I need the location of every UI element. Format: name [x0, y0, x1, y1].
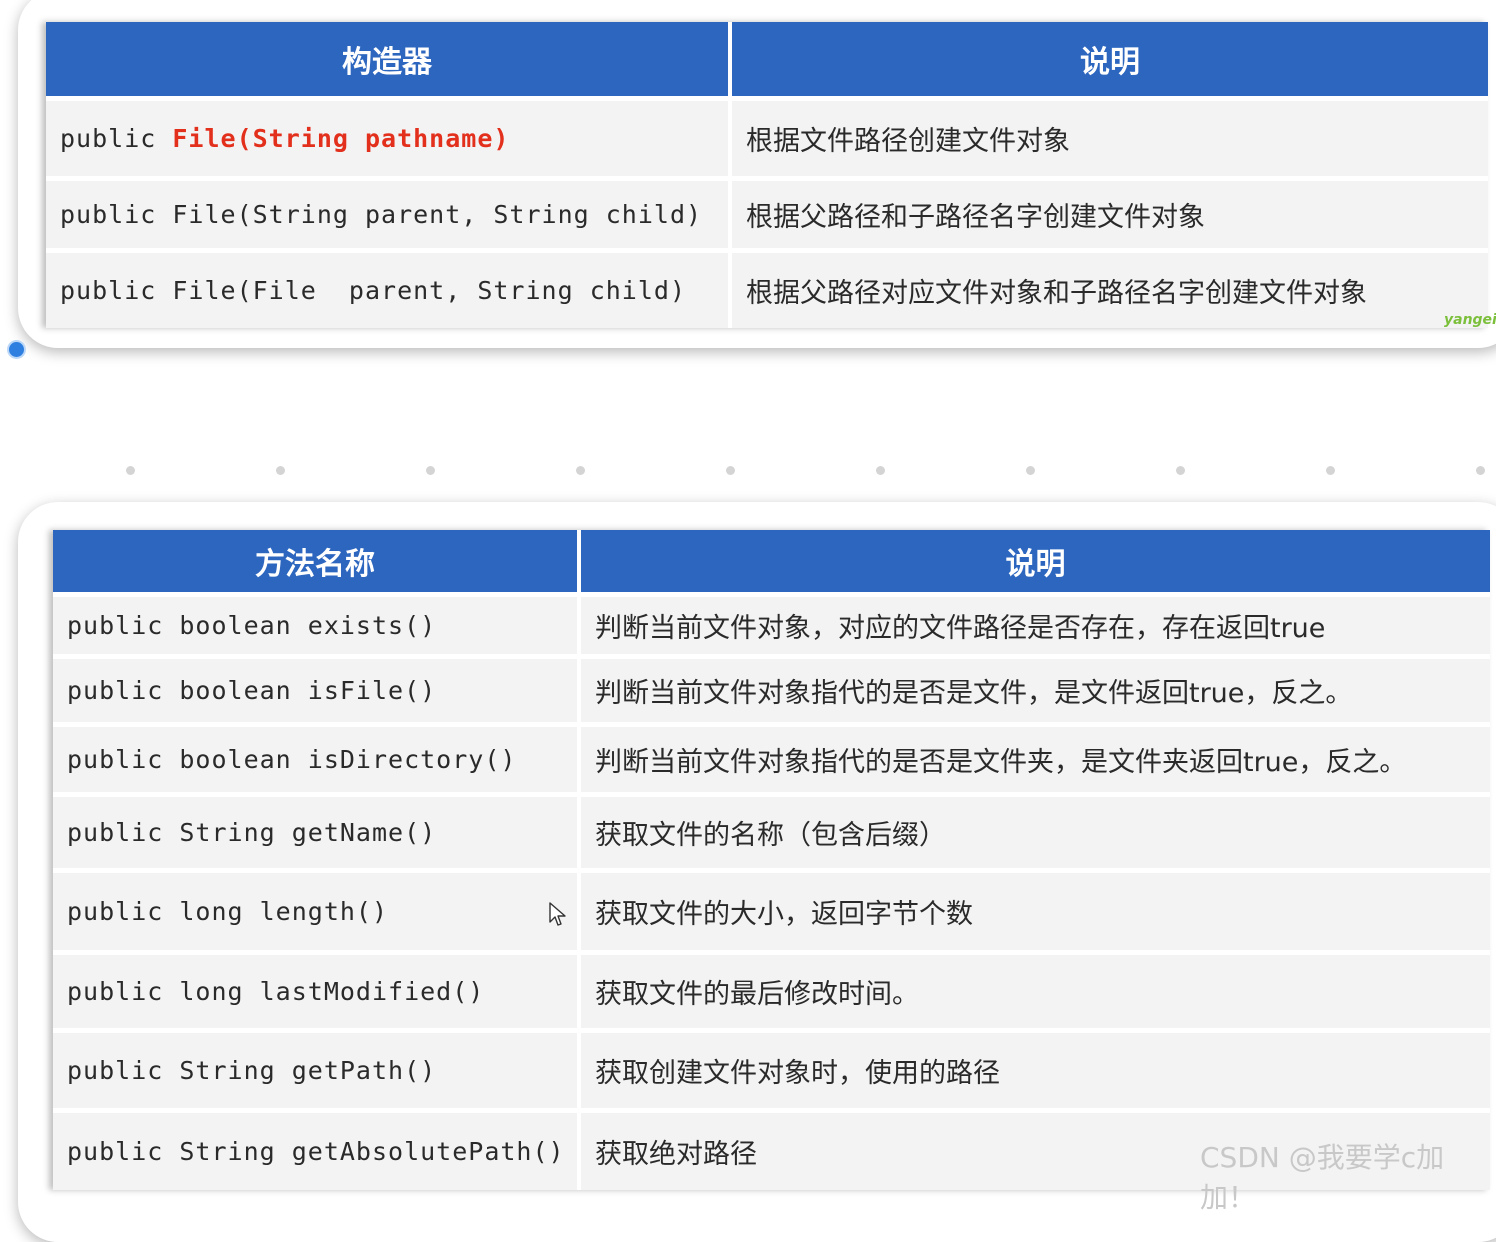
highlighted-signature: File(String pathname) [172, 123, 510, 153]
watermark-small: yangeit [1444, 312, 1496, 328]
constructor-table: 构造器 说明 public File(String pathname) 根据文件… [46, 22, 1488, 328]
table-row: public String getPath() 获取创建文件对象时，使用的路径 [53, 1027, 1490, 1110]
table-row: public File(File parent, String child) 根… [46, 247, 1488, 328]
constructor-description: 根据父路径对应文件对象和子路径名字创建文件对象 [730, 247, 1488, 328]
table-row: public File(String parent, String child)… [46, 175, 1488, 250]
method-signature: public String getAbsolutePath() [53, 1107, 581, 1190]
method-description: 获取文件的名称（包含后缀） [579, 791, 1490, 870]
constructor-signature: public File(String parent, String child) [46, 175, 732, 250]
header-constructor: 构造器 [46, 22, 732, 98]
csdn-watermark: CSDN @我要学c加加！ [1200, 1141, 1445, 1214]
selection-handle[interactable] [9, 342, 24, 357]
header-description: 说明 [730, 22, 1488, 98]
method-signature: public boolean isFile() [53, 653, 581, 724]
method-description: 获取创建文件对象时，使用的路径 [579, 1027, 1490, 1110]
slide-separator-dots [0, 466, 1496, 476]
method-description: 判断当前文件对象指代的是否是文件夹，是文件夹返回true，反之。 [579, 721, 1490, 794]
method-description: 获取文件的大小，返回字节个数 [579, 867, 1490, 952]
constructor-signature: public File(File parent, String child) [46, 247, 732, 328]
method-signature: public String getPath() [53, 1027, 581, 1110]
table-row: public boolean exists() 判断当前文件对象，对应的文件路径… [53, 591, 1490, 656]
method-description: 判断当前文件对象指代的是否是文件，是文件返回true，反之。 [579, 653, 1490, 724]
table-row: public File(String pathname) 根据文件路径创建文件对… [46, 95, 1488, 178]
header-method-name: 方法名称 [53, 530, 581, 594]
method-signature: public long lastModified() [53, 949, 581, 1030]
method-signature: public boolean exists() [53, 591, 581, 656]
table-row: public boolean isFile() 判断当前文件对象指代的是否是文件… [53, 653, 1490, 724]
table-row: public long length() 获取文件的大小，返回字节个数 [53, 867, 1490, 952]
method-signature: public String getName() [53, 791, 581, 870]
method-signature: public long length() [53, 867, 581, 952]
constructor-signature: public File(String pathname) [46, 95, 732, 178]
method-table: 方法名称 说明 public boolean exists() 判断当前文件对象… [53, 530, 1490, 1190]
constructor-description: 根据父路径和子路径名字创建文件对象 [730, 175, 1488, 250]
constructor-description: 根据文件路径创建文件对象 [730, 95, 1488, 178]
method-description: 获取文件的最后修改时间。 [579, 949, 1490, 1030]
table-row: public long lastModified() 获取文件的最后修改时间。 [53, 949, 1490, 1030]
method-description: 判断当前文件对象，对应的文件路径是否存在，存在返回true [579, 591, 1490, 656]
header-description: 说明 [579, 530, 1490, 594]
mouse-cursor-icon [549, 902, 566, 926]
table-row: public boolean isDirectory() 判断当前文件对象指代的… [53, 721, 1490, 794]
method-signature: public boolean isDirectory() [53, 721, 581, 794]
table-row: public String getName() 获取文件的名称（包含后缀） [53, 791, 1490, 870]
